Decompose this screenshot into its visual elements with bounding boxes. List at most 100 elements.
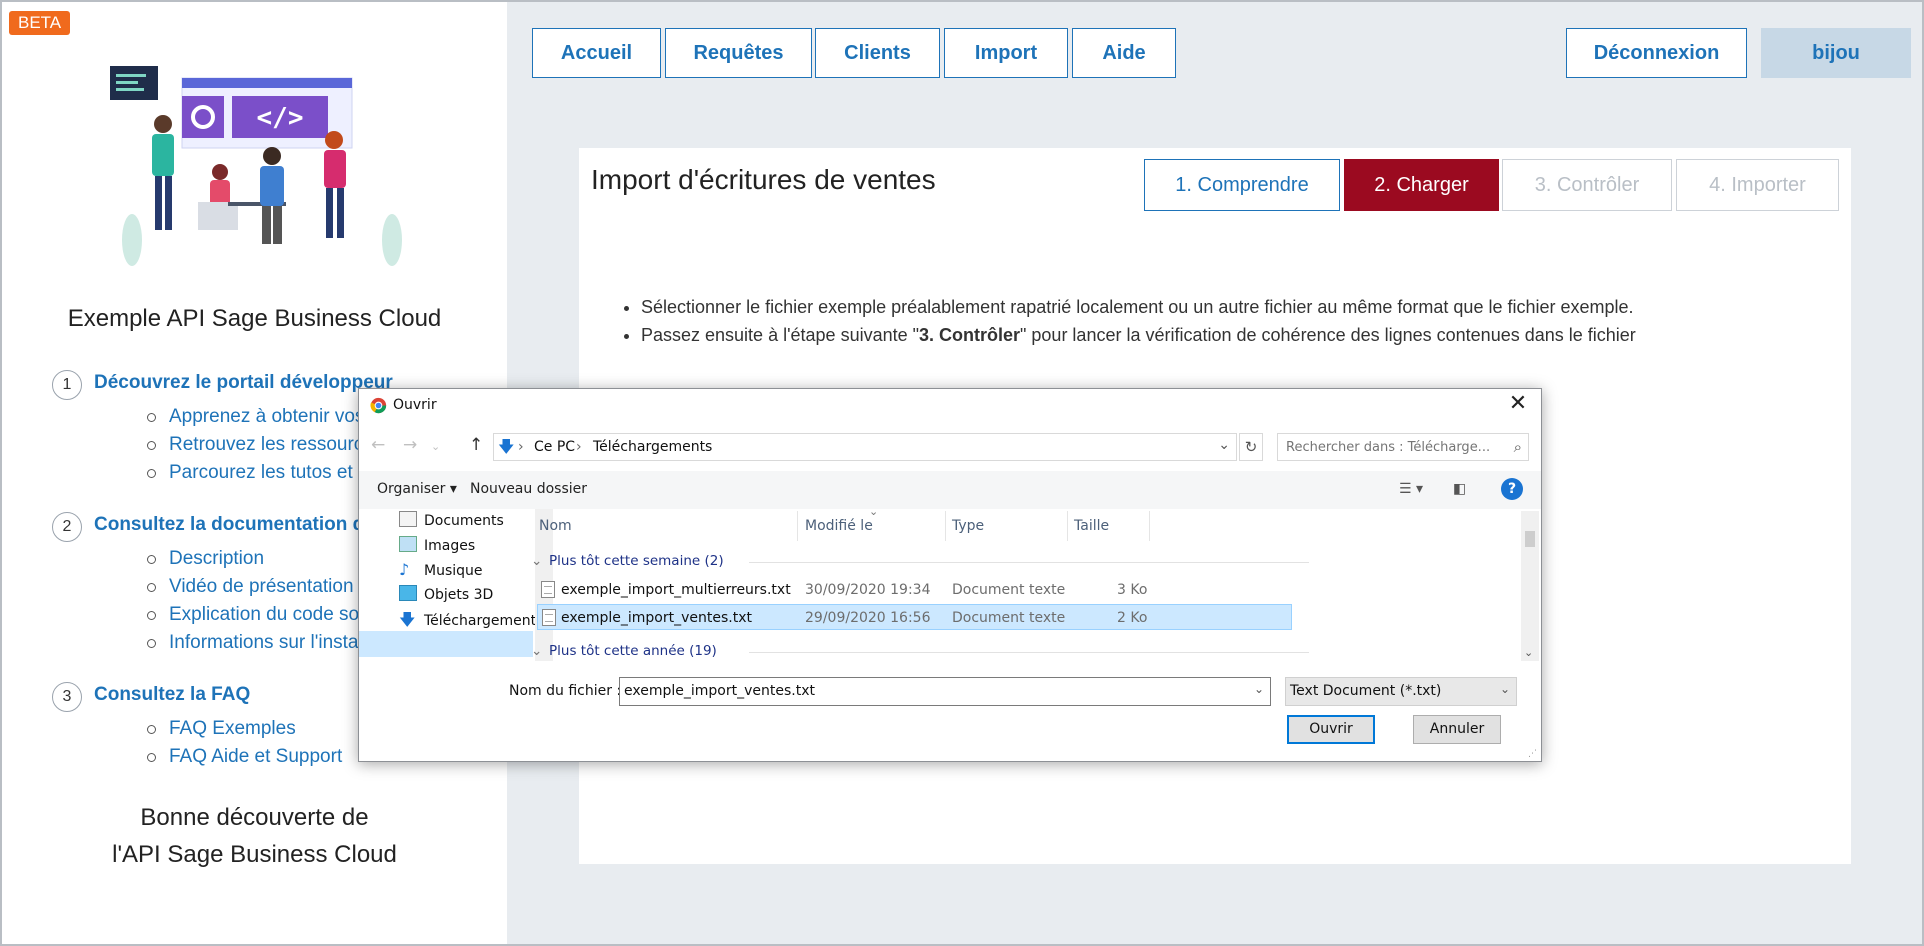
nav-accueil[interactable]: Accueil [532, 28, 661, 78]
view-options-icon[interactable]: ☰ ▾ [1399, 481, 1423, 497]
chrome-icon [370, 397, 387, 414]
sublink[interactable]: Explication du code sou [147, 601, 370, 629]
tree-item-musique[interactable]: ♪ Musique [399, 558, 549, 582]
beta-badge: BETA [9, 11, 71, 35]
path-segment[interactable]: Téléchargements [593, 439, 712, 455]
section-link[interactable]: Consultez la FAQ [94, 684, 250, 706]
search-input[interactable] [1286, 440, 1496, 455]
column-divider [1149, 511, 1150, 541]
back-arrow-icon[interactable]: ← [371, 435, 385, 455]
sublink[interactable]: FAQ Aide et Support [146, 743, 342, 771]
file-type: Document texte [952, 610, 1066, 626]
sublink[interactable]: FAQ Exemples [146, 715, 342, 743]
footer-line: l'API Sage Business Cloud [112, 841, 397, 868]
step-importer[interactable]: 4. Importer [1676, 159, 1839, 211]
file-name: exemple_import_ventes.txt [561, 610, 752, 626]
chevron-down-icon[interactable]: ⌄ [1254, 682, 1264, 696]
file-row[interactable]: exemple_import_multierreurs.txt 30/09/20… [537, 577, 1292, 603]
group-label: Plus tôt cette semaine (2) [549, 553, 724, 569]
filename-label: Nom du fichier : [509, 683, 622, 699]
file-size: 3 Ko [1117, 582, 1148, 598]
images-icon [399, 536, 417, 552]
col-taille[interactable]: Taille [1074, 518, 1109, 534]
step-number: 3 [52, 682, 82, 712]
tree-label: Documents [424, 513, 504, 529]
recent-dropdown-icon[interactable]: ⌄ [431, 440, 440, 453]
file-list-scrollbar[interactable]: ⌄ [1521, 511, 1539, 661]
filename-input[interactable]: exemple_import_ventes.txt ⌄ [619, 677, 1271, 706]
nav-clients[interactable]: Clients [815, 28, 940, 78]
tree-label: Images [424, 538, 476, 554]
tree-selection [359, 631, 533, 657]
organize-button[interactable]: Organiser ▾ [377, 481, 457, 497]
search-icon: ⌕ [1513, 438, 1522, 456]
file-size: 2 Ko [1117, 610, 1148, 626]
cancel-button[interactable]: Annuler [1413, 715, 1501, 744]
organize-label: Organiser [377, 481, 446, 497]
col-type[interactable]: Type [952, 518, 984, 534]
filename-value: exemple_import_ventes.txt [624, 683, 815, 699]
svg-text:</>: </> [257, 103, 304, 133]
address-bar[interactable]: 🡇 › Ce PC › Téléchargements ⌄ [493, 433, 1237, 461]
tree-label: Musique [424, 563, 483, 579]
sublink[interactable]: Vidéo de présentation [147, 573, 370, 601]
sublink[interactable]: Description [147, 545, 370, 573]
help-icon[interactable]: ? [1501, 478, 1523, 500]
resize-grip-icon[interactable]: ⋰ [1528, 749, 1537, 759]
section-3-links: FAQ Exemples FAQ Aide et Support [146, 715, 342, 771]
chevron-down-icon[interactable]: ⌄ [1218, 437, 1230, 453]
scroll-thumb[interactable] [1525, 531, 1535, 547]
nav-requetes[interactable]: Requêtes [665, 28, 812, 78]
scroll-down-icon[interactable]: ⌄ [1524, 646, 1533, 659]
file-date: 30/09/2020 19:34 [805, 582, 931, 598]
file-list-header: Nom Modifié le ⌄ Type Taille [531, 505, 1311, 541]
refresh-icon[interactable]: ↻ [1239, 433, 1263, 461]
sidebar-title: Exemple API Sage Business Cloud [67, 305, 442, 332]
step-comprendre[interactable]: 1. Comprendre [1144, 159, 1340, 211]
user-button[interactable]: bijou [1761, 28, 1911, 78]
close-icon[interactable]: ✕ [1505, 391, 1531, 416]
col-modifie[interactable]: Modifié le [805, 518, 873, 534]
step-number: 2 [52, 512, 82, 542]
section-link[interactable]: Consultez la documentation de l [94, 514, 385, 536]
sublink[interactable]: Informations sur l'insta [147, 629, 370, 657]
up-arrow-icon[interactable]: ↑ [469, 435, 483, 455]
tree-label: Téléchargements [424, 613, 544, 629]
step-charger[interactable]: 2. Charger [1344, 159, 1499, 211]
group-this-year[interactable]: ⌄ Plus tôt cette année (19) [531, 643, 1309, 659]
open-button[interactable]: Ouvrir [1287, 715, 1375, 744]
column-divider [945, 511, 946, 541]
tree-item-objets-3d[interactable]: Objets 3D [399, 583, 549, 607]
col-nom[interactable]: Nom [539, 518, 572, 534]
nav-import[interactable]: Import [944, 28, 1068, 78]
music-icon: ♪ [399, 560, 410, 579]
open-file-dialog: Ouvrir ✕ ← → ⌄ ↑ 🡇 › Ce PC › Téléchargem… [358, 388, 1542, 762]
tree-item-telechargements[interactable]: 🡇 Téléchargements [399, 608, 549, 632]
sublink[interactable]: Apprenez à obtenir vos [147, 403, 374, 431]
page-title: Import d'écritures de ventes [591, 164, 936, 195]
preview-pane-icon[interactable]: ◧ [1453, 481, 1466, 497]
tree-item-images[interactable]: Images [399, 534, 549, 558]
tree-label: Objets 3D [424, 587, 494, 603]
column-divider [797, 511, 798, 541]
sublink[interactable]: Parcourez les tutos et e [147, 459, 374, 487]
file-row-selected[interactable]: exemple_import_ventes.txt 29/09/2020 16:… [537, 604, 1292, 630]
step-controler[interactable]: 3. Contrôler [1502, 159, 1672, 211]
nav-aide[interactable]: Aide [1072, 28, 1176, 78]
download-folder-icon: 🡇 [498, 437, 515, 456]
instruction-text: Passez ensuite à l'étape suivante " [641, 325, 919, 345]
forward-arrow-icon[interactable]: → [403, 435, 417, 455]
filetype-select[interactable]: Text Document (*.txt) ⌄ [1285, 677, 1517, 706]
sublink[interactable]: Retrouvez les ressource [147, 431, 374, 459]
dialog-title: Ouvrir [393, 397, 437, 413]
logout-button[interactable]: Déconnexion [1566, 28, 1747, 78]
group-this-week[interactable]: ⌄ Plus tôt cette semaine (2) [531, 553, 1308, 569]
group-label: Plus tôt cette année (19) [549, 643, 717, 659]
search-box[interactable]: ⌕ [1277, 433, 1529, 461]
path-segment[interactable]: Ce PC [534, 439, 575, 455]
tree-item-documents[interactable]: Documents [399, 509, 549, 533]
new-folder-button[interactable]: Nouveau dossier [470, 481, 587, 497]
section-link[interactable]: Découvrez le portail développeur [94, 372, 393, 394]
filetype-value: Text Document (*.txt) [1290, 683, 1442, 699]
step-number: 1 [52, 370, 82, 400]
